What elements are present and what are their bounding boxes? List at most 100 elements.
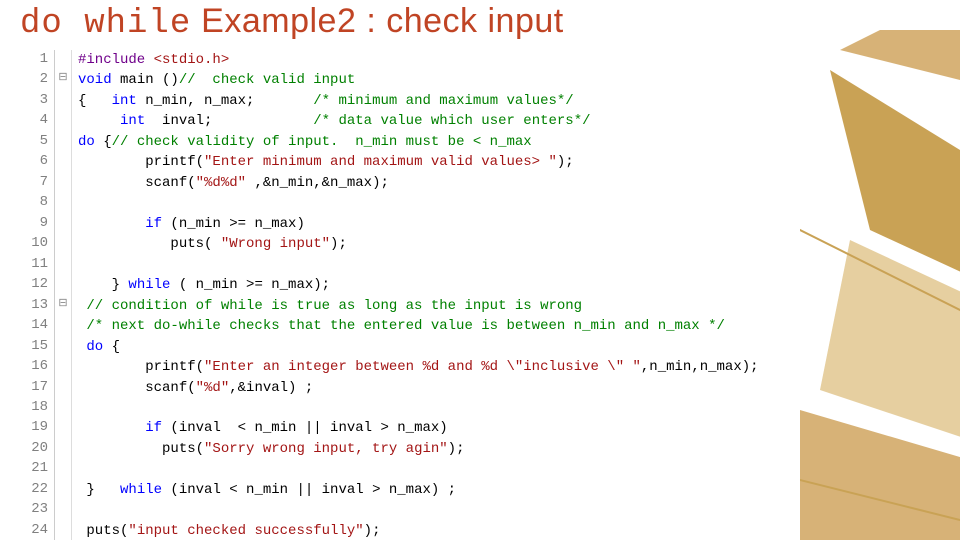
line-number: 20 (22, 439, 55, 459)
code-line: 23 (22, 500, 792, 520)
line-number: 22 (22, 480, 55, 500)
fold-gutter (55, 255, 72, 275)
fold-gutter (55, 500, 72, 520)
source-line (72, 193, 793, 213)
line-number: 19 (22, 418, 55, 438)
title-rest: Example2 : check input (191, 2, 563, 40)
code-line: 8 (22, 193, 792, 213)
code-line: 1 #include <stdio.h> (22, 50, 792, 70)
code-line: 20 puts("Sorry wrong input, try agin"); (22, 439, 792, 459)
line-number: 12 (22, 275, 55, 295)
fold-gutter (55, 316, 72, 336)
source-line: /* next do-while checks that the entered… (72, 316, 793, 336)
source-line: puts("input checked successfully"); (72, 521, 793, 540)
line-number: 21 (22, 459, 55, 479)
code-line: 7 scanf("%d%d" ,&n_min,&n_max); (22, 173, 792, 193)
source-line: if (inval < n_min || inval > n_max) (72, 418, 793, 438)
slide-title: do while Example2 : check input (20, 2, 564, 43)
source-line: printf("Enter an integer between %d and … (72, 357, 793, 377)
line-number: 16 (22, 357, 55, 377)
fold-gutter (55, 132, 72, 152)
line-number: 5 (22, 132, 55, 152)
fold-gutter (55, 459, 72, 479)
source-line: puts("Sorry wrong input, try agin"); (72, 439, 793, 459)
code-line: 18 (22, 398, 792, 418)
fold-gutter (55, 234, 72, 254)
line-number: 17 (22, 378, 55, 398)
fold-gutter (55, 173, 72, 193)
fold-gutter (55, 111, 72, 131)
fold-gutter (55, 50, 72, 70)
source-line: do {// check validity of input. n_min mu… (72, 132, 793, 152)
fold-gutter (55, 337, 72, 357)
code-line: 13⊟ // condition of while is true as lon… (22, 296, 792, 316)
source-line: scanf("%d",&inval) ; (72, 378, 793, 398)
fold-gutter (55, 91, 72, 111)
fold-gutter (55, 439, 72, 459)
source-line (72, 459, 793, 479)
line-number: 18 (22, 398, 55, 418)
source-line (72, 398, 793, 418)
code-line: 9 if (n_min >= n_max) (22, 214, 792, 234)
code-table: 1#include <stdio.h>2⊟void main ()// chec… (22, 50, 792, 540)
line-number: 15 (22, 337, 55, 357)
line-number: 2 (22, 70, 55, 90)
code-line: 15 do { (22, 337, 792, 357)
line-number: 13 (22, 296, 55, 316)
source-line: int inval; /* data value which user ente… (72, 111, 793, 131)
code-line: 12 } while ( n_min >= n_max); (22, 275, 792, 295)
source-line: } while (inval < n_min || inval > n_max)… (72, 480, 793, 500)
fold-gutter (55, 398, 72, 418)
fold-gutter: ⊟ (55, 296, 72, 316)
code-line: 3 { int n_min, n_max; /* minimum and maxi… (22, 91, 792, 111)
line-number: 10 (22, 234, 55, 254)
line-number: 23 (22, 500, 55, 520)
code-line: 21 (22, 459, 792, 479)
source-line: printf("Enter minimum and maximum valid … (72, 152, 793, 172)
fold-gutter: ⊟ (55, 70, 72, 90)
code-editor: 1#include <stdio.h>2⊟void main ()// chec… (22, 50, 792, 530)
code-line: 11 (22, 255, 792, 275)
title-keyword: do while (20, 5, 191, 43)
code-line: 2⊟void main ()// check valid input (22, 70, 792, 90)
fold-gutter (55, 193, 72, 213)
source-line (72, 255, 793, 275)
line-number: 4 (22, 111, 55, 131)
source-line: { int n_min, n_max; /* minimum and maxim… (72, 91, 793, 111)
line-number: 9 (22, 214, 55, 234)
code-line: 10 puts( "Wrong input"); (22, 234, 792, 254)
line-number: 24 (22, 521, 55, 540)
code-line: 16 printf("Enter an integer between %d a… (22, 357, 792, 377)
line-number: 7 (22, 173, 55, 193)
line-number: 6 (22, 152, 55, 172)
code-line: 22 } while (inval < n_min || inval > n_m… (22, 480, 792, 500)
line-number: 14 (22, 316, 55, 336)
source-line: } while ( n_min >= n_max); (72, 275, 793, 295)
fold-gutter (55, 378, 72, 398)
fold-gutter (55, 480, 72, 500)
fold-gutter (55, 275, 72, 295)
source-line: // condition of while is true as long as… (72, 296, 793, 316)
source-line: scanf("%d%d" ,&n_min,&n_max); (72, 173, 793, 193)
source-line: do { (72, 337, 793, 357)
fold-gutter (55, 214, 72, 234)
code-line: 14 /* next do-while checks that the ente… (22, 316, 792, 336)
line-number: 11 (22, 255, 55, 275)
code-line: 5 do {// check validity of input. n_min m… (22, 132, 792, 152)
source-line: puts( "Wrong input"); (72, 234, 793, 254)
fold-gutter (55, 357, 72, 377)
source-line: #include <stdio.h> (72, 50, 793, 70)
line-number: 3 (22, 91, 55, 111)
line-number: 8 (22, 193, 55, 213)
decoration-right (800, 30, 960, 540)
line-number: 1 (22, 50, 55, 70)
source-line (72, 500, 793, 520)
code-line: 4 int inval; /* data value which user en… (22, 111, 792, 131)
fold-gutter (55, 418, 72, 438)
code-line: 19 if (inval < n_min || inval > n_max) (22, 418, 792, 438)
fold-gutter (55, 521, 72, 540)
fold-gutter (55, 152, 72, 172)
source-line: if (n_min >= n_max) (72, 214, 793, 234)
source-line: void main ()// check valid input (72, 70, 793, 90)
code-line: 17 scanf("%d",&inval) ; (22, 378, 792, 398)
